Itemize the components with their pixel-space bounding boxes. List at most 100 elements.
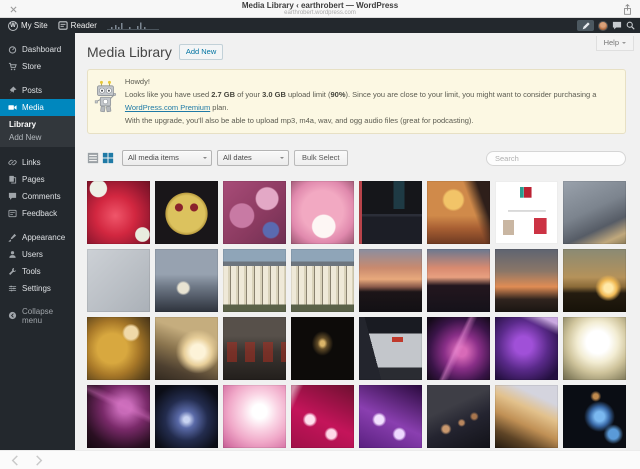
add-new-button[interactable]: Add New (179, 44, 223, 60)
sidebar-item-store[interactable]: Store (0, 58, 75, 75)
browser-titlebar: Media Library ‹ earthrobert — WordPress … (0, 0, 640, 18)
media-item-concert-blue-stage[interactable] (155, 385, 218, 448)
media-item-sunset-road[interactable] (427, 249, 490, 312)
media-item-concert-purple-beams[interactable] (427, 317, 490, 380)
grid-view-button[interactable] (102, 152, 114, 164)
sidebar-item-comments[interactable]: Comments (0, 188, 75, 205)
media-item-autumn-tree[interactable] (87, 317, 150, 380)
sidebar-item-media[interactable]: Media (0, 99, 75, 116)
my-site-label: My Site (21, 21, 48, 30)
reader-label: Reader (71, 21, 97, 30)
stats-sparkline[interactable] (104, 18, 162, 33)
media-item-concert-yellow-smoke[interactable] (495, 385, 558, 448)
admin-body: Dashboard Store Posts Media Library Add … (0, 33, 640, 450)
premium-plan-link[interactable]: WordPress.com Premium (125, 103, 210, 112)
media-item-night-collage[interactable] (359, 181, 422, 244)
media-item-concert-pink-flash[interactable] (223, 385, 286, 448)
reader-icon (58, 21, 68, 30)
used-amount: 2.7 GB (211, 90, 235, 99)
app-window: Media Library ‹ earthrobert — WordPress … (0, 0, 640, 469)
media-item-emos-neon-sign[interactable] (291, 317, 354, 380)
chevron-right-icon (35, 455, 43, 466)
media-item-emos-letters[interactable] (223, 317, 286, 380)
sidebar-item-label: Store (22, 62, 41, 71)
media-item-emos-building[interactable] (359, 317, 422, 380)
date-filter-value: All dates (223, 153, 272, 162)
admin-sidebar: Dashboard Store Posts Media Library Add … (0, 33, 75, 450)
sidebar-item-label: Posts (22, 86, 42, 95)
sidebar-item-label: Dashboard (22, 45, 61, 54)
sidebar-item-label: Comments (22, 192, 61, 201)
sidebar-item-label: Feedback (22, 209, 57, 218)
forward-button[interactable] (35, 455, 43, 466)
media-item-pink-plush-toy[interactable] (291, 181, 354, 244)
media-item-lake-sunset[interactable] (563, 249, 626, 312)
bulk-select-button[interactable]: Bulk Select (294, 150, 348, 166)
media-item-sunlit-branches[interactable] (155, 317, 218, 380)
media-type-filter-value: All media items (128, 153, 195, 162)
media-item-blue-glow-night[interactable] (563, 385, 626, 448)
media-item-white-house-1[interactable] (223, 249, 286, 312)
sidebar-item-posts[interactable]: Posts (0, 82, 75, 99)
media-type-filter[interactable]: All media items (122, 150, 212, 166)
collapse-menu-label: Collapse menu (22, 307, 75, 325)
close-icon[interactable] (7, 3, 19, 15)
sidebar-item-pages[interactable]: Pages (0, 171, 75, 188)
submenu-item-add-new[interactable]: Add New (0, 131, 75, 144)
media-item-concert-pink-stage[interactable] (87, 385, 150, 448)
search-button[interactable] (626, 21, 635, 30)
notifications-button[interactable] (612, 21, 622, 30)
submenu-item-library[interactable]: Library (0, 118, 75, 131)
media-item-winter-branches[interactable] (155, 249, 218, 312)
notice-text: Howdy! Looks like you have used 2.7 GB o… (125, 75, 615, 127)
sidebar-item-settings[interactable]: Settings (0, 280, 75, 297)
sidebar-item-label: Media (22, 103, 44, 112)
sidebar-item-users[interactable]: Users (0, 246, 75, 263)
pushpin-icon (7, 86, 17, 95)
media-search-input[interactable] (486, 151, 626, 166)
media-item-stage-signs-magenta[interactable] (291, 385, 354, 448)
media-item-stage-signs-purple[interactable] (359, 385, 422, 448)
media-item-contrail-sky[interactable] (563, 181, 626, 244)
media-item-document-page[interactable] (495, 181, 558, 244)
help-tab[interactable]: Help (596, 36, 634, 51)
new-post-button[interactable] (577, 20, 594, 31)
help-label: Help (604, 38, 619, 47)
media-item-sunset-clouds-1[interactable] (359, 249, 422, 312)
stats-sparkline-icon (107, 21, 159, 30)
media-item-sunset-clouds-2[interactable] (495, 249, 558, 312)
media-item-concert-bright-light[interactable] (563, 317, 626, 380)
sliders-icon (7, 284, 17, 293)
list-view-icon (87, 152, 99, 164)
media-item-pink-roses[interactable] (223, 181, 286, 244)
sidebar-item-links[interactable]: Links (0, 154, 75, 171)
media-item-sunset-silhouette[interactable] (427, 181, 490, 244)
browser-bottom-bar (0, 450, 640, 469)
date-filter[interactable]: All dates (217, 150, 289, 166)
sidebar-item-feedback[interactable]: Feedback (0, 205, 75, 222)
share-icon[interactable] (621, 3, 633, 15)
sidebar-item-dashboard[interactable]: Dashboard (0, 41, 75, 58)
media-item-gray-moon-sky[interactable] (87, 249, 150, 312)
reader-menu[interactable]: Reader (55, 18, 100, 33)
sidebar-item-tools[interactable]: Tools (0, 263, 75, 280)
chevron-down-icon (280, 157, 284, 161)
chevron-left-icon (11, 455, 19, 466)
collapse-arrow-icon (7, 311, 17, 320)
page-title-row: Media Library Add New (87, 44, 626, 60)
my-site-menu[interactable]: W My Site (5, 18, 51, 33)
wp-admin-bar: W My Site Reader (0, 18, 640, 33)
sidebar-item-appearance[interactable]: Appearance (0, 229, 75, 246)
media-item-concert-crowd-hands[interactable] (427, 385, 490, 448)
back-button[interactable] (11, 455, 19, 466)
media-item-concert-purple-dark[interactable] (495, 317, 558, 380)
view-switcher (87, 152, 114, 164)
media-camera-icon (7, 103, 17, 112)
media-item-red-rose[interactable] (87, 181, 150, 244)
user-avatar[interactable] (598, 21, 608, 31)
media-item-heart-eyes-ball[interactable] (155, 181, 218, 244)
window-subtitle: earthrobert.wordpress.com (284, 10, 356, 17)
collapse-menu-button[interactable]: Collapse menu (0, 307, 75, 324)
list-view-button[interactable] (87, 152, 99, 164)
media-item-white-house-2[interactable] (291, 249, 354, 312)
